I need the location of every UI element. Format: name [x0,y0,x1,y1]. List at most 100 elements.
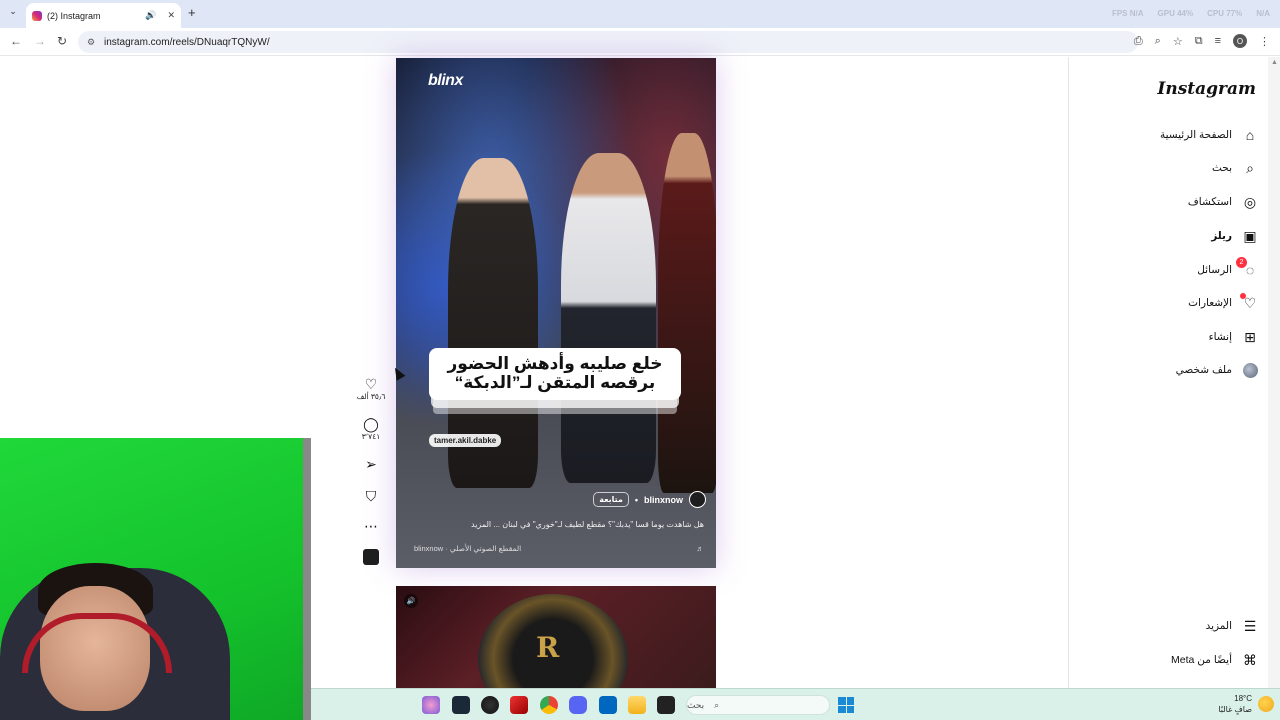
meta-apps-icon: ⌘ [1243,651,1257,668]
performance-overlay: FPS N/A GPU 44% CPU 77% N/A [1111,9,1270,18]
nav-messages[interactable]: ◌ 2 الرسائل [1197,257,1258,281]
heart-icon[interactable]: ♡ [356,377,386,391]
extensions-icon[interactable]: ⧉ [1195,35,1203,48]
video-person-dancer [561,153,656,483]
nav-search[interactable]: ⌕ بحث [1212,157,1258,179]
nav-profile[interactable]: ملف شخصي [1176,359,1258,381]
messages-badge: 2 [1236,257,1247,268]
windows-start-icon[interactable] [838,697,854,713]
file-explorer-icon[interactable] [628,696,646,714]
new-tab-button[interactable]: + [188,5,196,20]
reel-audio[interactable]: ♬ المقطع الصوتي الأصلي · blinxnow [414,544,704,553]
weather-sun-icon[interactable] [1258,696,1274,712]
app-icon-4[interactable] [510,696,528,714]
music-note-icon: ♬ [696,544,705,553]
video-person-costume [658,133,716,493]
nav-notifications[interactable]: ♡ الإشعارات [1188,292,1258,314]
search-icon: ⌕ [1246,159,1254,176]
nav-also-from-meta[interactable]: ⌘ أيضًا من Meta [1171,649,1258,671]
discord-icon[interactable] [569,696,587,714]
reel-caption-overlay: خلع صليبه وأدهش الحضور برقصه المتقن لـ”ا… [429,348,681,400]
account-avatar[interactable] [689,491,706,508]
nav-home[interactable]: ⌂ الصفحة الرئيسية [1160,124,1258,146]
app-icon-9[interactable] [657,696,675,714]
more-options[interactable]: ⋯ [356,519,386,533]
nav-create[interactable]: ⊞ إنشاء [1209,326,1258,348]
instagram-sidebar: Instagram ⌂ الصفحة الرئيسية ⌕ بحث ◎ استك… [1068,57,1268,688]
notification-dot [1240,293,1246,299]
reading-list-icon[interactable]: ≡ [1215,35,1221,47]
instagram-favicon-icon [32,10,42,21]
chrome-icon[interactable] [540,696,558,714]
nav-explore[interactable]: ◎ استكشاف [1188,191,1258,213]
messenger-icon: ◌ 2 [1236,257,1258,278]
plus-square-icon: ⊞ [1244,328,1256,345]
reel-account: blinxnow • متابعة [593,491,706,508]
bookmark-star-icon[interactable]: ☆ [1173,35,1183,48]
close-tab-icon[interactable]: ✕ [167,10,175,21]
like-count: ٣٥٫٦ ألف [356,392,386,401]
url-text: instagram.com/reels/DNuaqrTQNyW/ [104,36,270,48]
zoom-icon[interactable]: ⌕ [1155,35,1161,48]
profile-avatar-icon[interactable]: O [1233,34,1247,48]
toolbar-actions: ⎙ ⌕ ☆ ⧉ ≡ O ⋮ [1134,34,1270,48]
webcam-overlay [0,438,311,720]
next-reel-video[interactable]: R 🔊 [396,586,716,688]
instagram-logo[interactable]: Instagram [1157,79,1256,99]
audio-info: المقطع الصوتي الأصلي · blinxnow [414,544,522,553]
comment-count: ٣٬٧٤١ [361,432,381,441]
tab-title: (2) Instagram [47,10,101,21]
tab-instagram[interactable]: (2) Instagram 🔊 ✕ [26,3,181,28]
steam-icon[interactable] [452,696,470,714]
scroll-up-icon[interactable]: ▲ [1271,59,1278,69]
comment-action[interactable]: ◯ ٣٬٧٤١ [356,417,386,441]
forward-icon[interactable]: → [34,34,46,48]
temperature: 18°C [1234,694,1252,703]
windows-taskbar: ⌕ بحث 18°C صافٍ غالبًا [311,688,1280,720]
separator-dot: • [634,494,638,505]
share-action[interactable]: ➢ [356,457,386,471]
comment-icon[interactable]: ◯ [356,417,386,431]
install-app-icon[interactable]: ⎙ [1134,35,1143,48]
tab-search-icon[interactable]: ⌄ [6,6,20,20]
reel-description[interactable]: هل شاهدت يوما قسا "يدبك"؟ مقطع لطيف لـ"خ… [424,520,704,529]
send-icon[interactable]: ➢ [356,457,386,471]
taskbar-search-icon: ⌕ [714,699,720,710]
account-name[interactable]: blinxnow [644,495,683,505]
app-icon-3[interactable] [481,696,499,714]
audio-avatar[interactable] [363,549,379,565]
browser-menu-icon[interactable]: ⋮ [1259,35,1270,48]
page-scrollbar[interactable]: ▲ [1268,57,1280,688]
reel-video[interactable]: blinx خلع صليبه وأدهش الحضور برقصه المتق… [396,58,716,568]
taskbar-search[interactable]: ⌕ بحث [686,695,830,715]
taskbar-search-placeholder: بحث [687,699,705,710]
avatar-icon [1242,362,1258,378]
heart-icon: ♡ [1240,293,1258,311]
audio-playing-icon[interactable]: 🔊 [145,10,156,21]
caption-line-2: برقصه المتقن لـ”الدبكة“ [454,373,656,392]
weather-text: صافٍ غالبًا [1218,705,1252,714]
weather-widget[interactable]: 18°C صافٍ غالبًا [1218,693,1252,715]
webcam-edge [303,438,311,720]
tab-strip: ⌄ (2) Instagram 🔊 ✕ + FPS N/A GPU 44% CP… [0,0,1280,28]
like-action[interactable]: ♡ ٣٥٫٦ ألف [356,377,386,401]
next-reel-emblem: R [536,631,560,664]
more-icon[interactable]: ⋯ [356,519,386,533]
store-icon[interactable] [599,696,617,714]
caption-line-1: خلع صليبه وأدهش الحضور [447,354,663,373]
sound-icon[interactable]: 🔊 [404,594,418,608]
nav-more[interactable]: ☰ المزيد [1206,615,1258,637]
blinx-logo: blinx [428,72,463,89]
back-icon[interactable]: ← [10,34,22,48]
nav-reels[interactable]: ▣ ريلز [1211,225,1258,247]
follow-button[interactable]: متابعة [593,492,629,507]
address-bar[interactable]: ⚙ instagram.com/reels/DNuaqrTQNyW/ [78,31,1138,53]
reload-icon[interactable]: ↻ [57,34,67,48]
browser-toolbar: ← → ↻ ⚙ instagram.com/reels/DNuaqrTQNyW/… [0,28,1280,56]
bookmark-icon[interactable]: ⛉ [356,489,386,503]
app-icon-1[interactable] [422,696,440,714]
tagged-user[interactable]: tamer.akil.dabke [429,434,502,447]
site-info-icon[interactable]: ⚙ [87,37,95,48]
save-action[interactable]: ⛉ [356,489,386,503]
compass-icon: ◎ [1243,193,1257,210]
